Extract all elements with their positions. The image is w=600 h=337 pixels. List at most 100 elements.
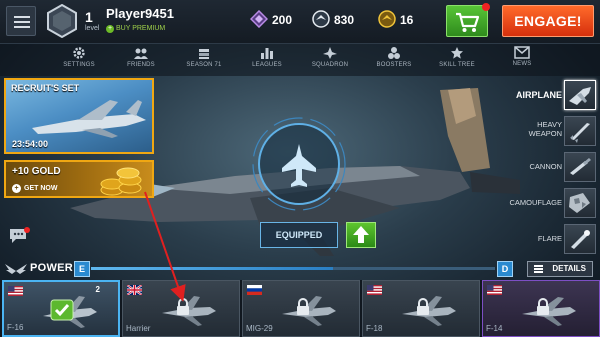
cart-icon (456, 12, 480, 32)
rank-badge-icon[interactable] (46, 4, 78, 38)
chat-icon[interactable] (8, 227, 30, 245)
plus-icon: + (12, 184, 21, 193)
power-row: POWER E D DETAILS (0, 258, 600, 280)
nav-news[interactable]: NEWS (492, 46, 552, 67)
slot-heavy-weapon[interactable] (564, 116, 596, 146)
main-nav: SETTINGS FRIENDS SEASON 71 LEAGUES SQUAD… (0, 44, 600, 76)
lock-icon (177, 298, 189, 315)
pilot-tokens-value: 830 (334, 13, 355, 27)
menu-button[interactable] (6, 6, 36, 36)
nav-squadron[interactable]: SQUADRON (300, 46, 360, 68)
grade-current-badge: E (74, 261, 90, 277)
player-level-label: level (85, 25, 100, 32)
nav-settings-label: SETTINGS (63, 62, 95, 68)
top-bar: 1 level Player9451 + BUY PREMIUM 200 830 … (0, 0, 600, 44)
season-icon (199, 49, 209, 59)
slot-camouflage-label: CAMOUFLAGE (509, 198, 562, 207)
recruit-set-title: RECRUIT'S SET (11, 83, 80, 93)
nav-friends[interactable]: FRIENDS (111, 46, 171, 68)
engage-button[interactable]: ENGAGE! (502, 5, 594, 37)
checkmark-icon (50, 299, 74, 321)
slot-cannon[interactable] (564, 152, 596, 182)
skill-tree-icon (451, 47, 463, 59)
aircraft-name: MIG-29 (246, 324, 273, 333)
boosters-icon (388, 47, 400, 59)
slot-flare[interactable] (564, 224, 596, 254)
upgrade-button[interactable] (346, 222, 376, 248)
news-icon (514, 46, 530, 59)
leagues-icon (261, 48, 273, 59)
aircraft-name: Harrier (126, 324, 151, 333)
player-name[interactable]: Player9451 (106, 6, 174, 21)
get-now-label: GET NOW (24, 185, 58, 192)
us-flag-icon (8, 286, 23, 296)
notification-dot (482, 3, 490, 11)
nav-squadron-label: SQUADRON (311, 62, 349, 68)
nav-friends-label: FRIENDS (127, 62, 155, 68)
lock-icon (417, 298, 429, 315)
buy-premium-link[interactable]: + BUY PREMIUM (106, 25, 165, 33)
nav-season-label: SEASON 71 (186, 62, 222, 68)
slot-airplane-label: AIRPLANE (515, 90, 562, 100)
nav-settings[interactable]: SETTINGS (49, 46, 109, 68)
details-button[interactable]: DETAILS (527, 261, 593, 277)
slot-camouflage[interactable] (564, 188, 596, 218)
slot-flare-label: FLARE (537, 234, 562, 243)
lock-icon (537, 298, 549, 315)
aircraft-name: F-18 (366, 324, 383, 333)
pilot-token-icon (312, 10, 330, 28)
nav-leagues[interactable]: LEAGUES (237, 46, 297, 68)
slot-cannon-label: CANNON (529, 162, 562, 171)
ru-flag-icon (247, 285, 262, 295)
squadron-icon (323, 47, 337, 59)
list-icon (534, 265, 543, 274)
nav-leagues-label: LEAGUES (252, 62, 282, 68)
shard-icon (250, 10, 268, 28)
grade-next-badge: D (497, 261, 513, 277)
wings-icon (5, 264, 27, 274)
aircraft-card-f16[interactable]: 2 F-16 (2, 280, 120, 337)
recruit-set-offer[interactable]: RECRUIT'S SET 23:54:00 (4, 78, 154, 154)
uk-flag-icon (127, 285, 142, 295)
cannon-icon (570, 158, 591, 175)
gold-offer[interactable]: +10 GOLD + GET NOW (4, 160, 154, 198)
shop-cart-button[interactable] (446, 3, 490, 37)
airplane-slot-icon (569, 87, 591, 105)
heavy-weapon-text: HEAVY WEAPON (528, 120, 562, 138)
nav-skill-tree-label: SKILL TREE (439, 62, 475, 68)
aircraft-card-mig29[interactable]: MIG-29 (242, 280, 360, 337)
nav-boosters-label: BOOSTERS (376, 62, 412, 68)
player-level: 1 (85, 9, 93, 25)
gold-offer-title: +10 GOLD (12, 166, 61, 177)
us-flag-icon (487, 285, 502, 295)
camouflage-icon (569, 193, 590, 213)
coin-icon (378, 10, 396, 28)
aircraft-card-harrier[interactable]: Harrier (122, 280, 240, 337)
slot-airplane[interactable] (564, 80, 596, 110)
friends-icon (134, 48, 148, 59)
aircraft-name: F-14 (486, 324, 503, 333)
gold-coins-icon (100, 167, 142, 196)
flare-icon (571, 230, 590, 249)
gold-offer-cta[interactable]: + GET NOW (12, 184, 57, 193)
nav-boosters[interactable]: BOOSTERS (364, 46, 424, 68)
nav-news-label: NEWS (512, 61, 532, 67)
us-flag-icon (367, 285, 382, 295)
nav-season[interactable]: SEASON 71 (174, 46, 234, 68)
aircraft-card-f18[interactable]: F-18 (362, 280, 480, 337)
offer-jet-image (32, 100, 146, 138)
coins-value: 16 (400, 13, 414, 27)
slot-heavy-weapon-label: HEAVY WEAPON (520, 120, 562, 138)
aircraft-name: F-16 (7, 323, 24, 332)
details-label: DETAILS (552, 264, 586, 273)
missile-icon (570, 123, 590, 143)
equipped-button[interactable]: EQUIPPED (260, 222, 338, 248)
gear-icon (73, 47, 85, 59)
nav-skill-tree[interactable]: SKILL TREE (427, 46, 487, 68)
recruit-set-timer: 23:54:00 (12, 139, 49, 149)
plus-icon: + (106, 25, 114, 33)
upgrade-arrow-icon (353, 226, 369, 243)
shards-value: 200 (272, 13, 293, 27)
power-progress-bar (91, 267, 495, 270)
aircraft-card-f14[interactable]: F-14 (482, 280, 600, 337)
